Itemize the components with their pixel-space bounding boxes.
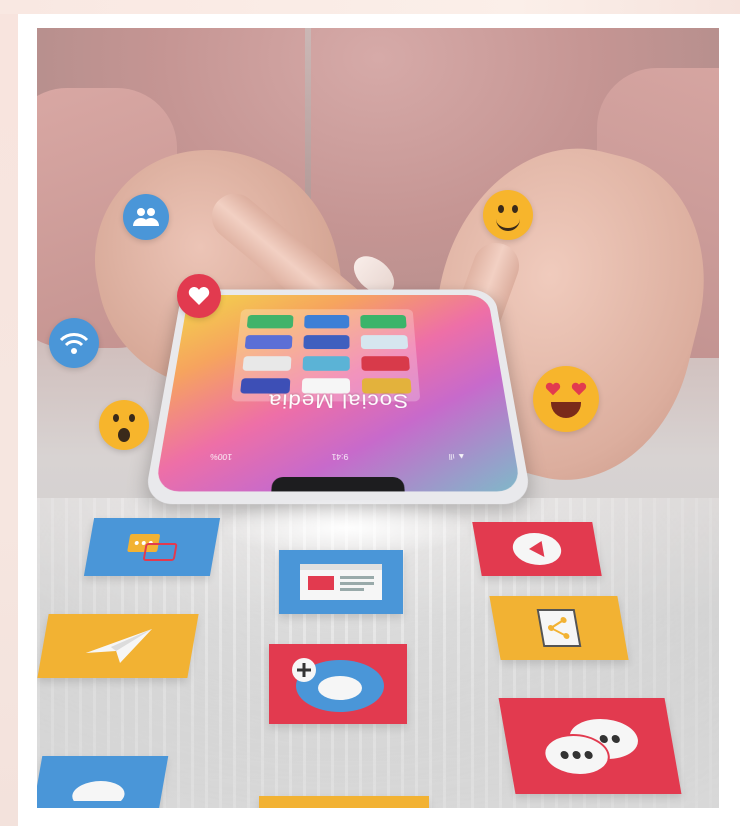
screen-light-glow bbox=[217, 498, 477, 558]
screen-title: Social Media bbox=[267, 390, 409, 413]
partial-bottom-tile bbox=[259, 796, 429, 808]
app-grid bbox=[231, 309, 421, 402]
app-tile[interactable] bbox=[242, 356, 292, 371]
play-icon[interactable] bbox=[472, 522, 602, 576]
chat-cards-icon[interactable] bbox=[83, 518, 221, 576]
group-icon[interactable] bbox=[123, 194, 169, 240]
app-tile[interactable] bbox=[246, 315, 294, 329]
app-tile[interactable] bbox=[361, 335, 409, 350]
background-tint-top bbox=[0, 0, 740, 14]
heart-icon[interactable] bbox=[177, 274, 221, 318]
app-tile[interactable] bbox=[361, 356, 410, 371]
clock-text: 9:41 bbox=[332, 451, 349, 461]
battery-text: 100% bbox=[210, 451, 233, 461]
paper-plane-icon[interactable] bbox=[37, 614, 199, 678]
status-bar: 100% 9:41 ▲ ıll bbox=[160, 449, 517, 463]
app-tile[interactable] bbox=[303, 315, 350, 329]
add-user-icon[interactable] bbox=[269, 644, 407, 724]
background-tint-left bbox=[0, 0, 18, 826]
partial-tile-icon[interactable] bbox=[37, 756, 169, 808]
speech-bubbles-icon[interactable] bbox=[498, 698, 682, 794]
smartphone: Social Media 100% 9:41 ▲ ıll bbox=[143, 289, 533, 505]
app-tile[interactable] bbox=[244, 335, 293, 350]
phone-notch bbox=[271, 477, 405, 492]
smile-emoji-icon[interactable] bbox=[483, 190, 533, 240]
phone-screen: Social Media 100% 9:41 ▲ ıll bbox=[154, 295, 522, 492]
signal-text: ▲ ıll bbox=[447, 451, 466, 461]
app-tile[interactable] bbox=[303, 335, 350, 350]
web-window-icon[interactable] bbox=[279, 550, 403, 614]
wifi-icon[interactable] bbox=[49, 318, 99, 368]
heart-eyes-emoji-icon[interactable] bbox=[533, 366, 599, 432]
app-tile[interactable] bbox=[360, 315, 407, 329]
share-photo-icon[interactable] bbox=[489, 596, 629, 660]
photo: Social Media 100% 9:41 ▲ ıll bbox=[37, 28, 719, 808]
app-tile[interactable] bbox=[302, 356, 351, 371]
surprised-emoji-icon[interactable] bbox=[99, 400, 149, 450]
